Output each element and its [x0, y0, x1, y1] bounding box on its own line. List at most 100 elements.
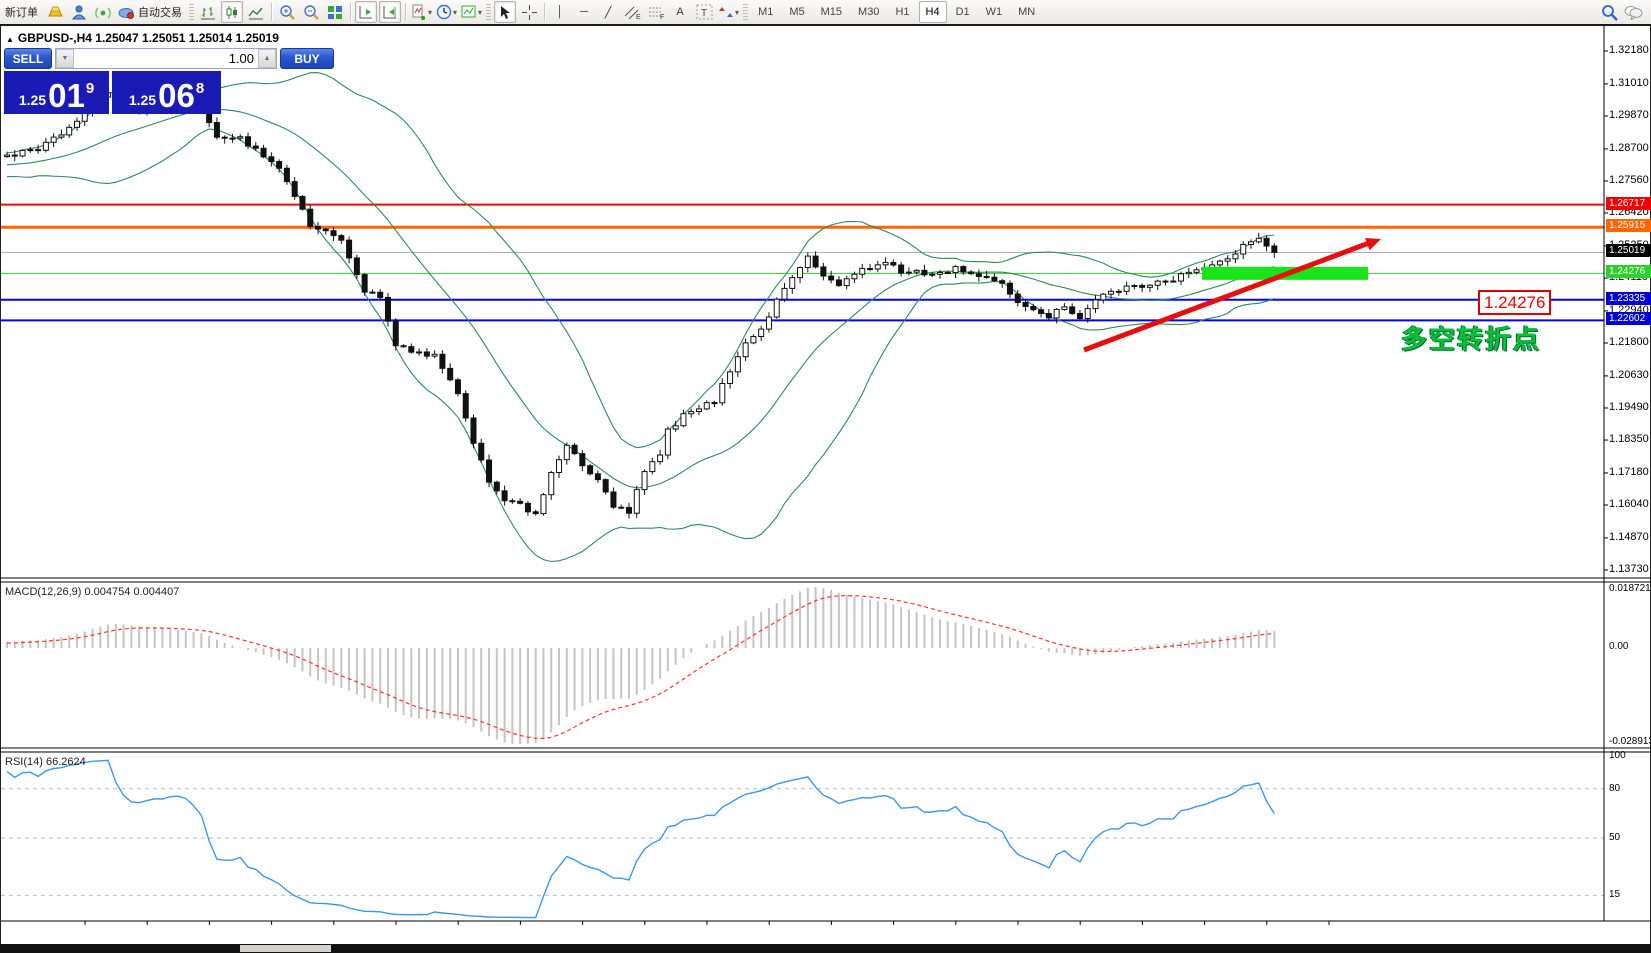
svg-text:T: T: [701, 8, 707, 19]
periods-button[interactable]: ▾: [435, 1, 458, 23]
volume-input[interactable]: [74, 49, 258, 68]
shapes-dropdown-caret[interactable]: ▾: [735, 8, 739, 17]
zoom-out-button[interactable]: [300, 1, 322, 23]
macd-axis-top: 0.018721: [1609, 583, 1651, 594]
templates-dropdown-caret[interactable]: ▾: [478, 8, 482, 17]
chart-canvas[interactable]: [1, 26, 1651, 953]
timeframe-button-m1[interactable]: M1: [751, 1, 780, 23]
rsi-value: 66.2624: [46, 756, 86, 768]
price-tick-label: 1.27560: [1609, 174, 1649, 186]
periods-dropdown-caret[interactable]: ▾: [453, 8, 457, 17]
price-tick-label: 1.20630: [1609, 369, 1649, 381]
templates-button[interactable]: ▾: [460, 1, 483, 23]
indicators-button[interactable]: ▾: [410, 1, 433, 23]
search-icon[interactable]: [1598, 1, 1620, 23]
macd-axis-bottom: -0.028913: [1609, 736, 1651, 747]
timeframe-button-m5[interactable]: M5: [782, 1, 811, 23]
price-badge: 1.25915: [1606, 219, 1651, 232]
buy-price-main: 06: [158, 81, 195, 111]
scrollbar-thumb[interactable]: [240, 945, 331, 952]
price-tick-label: 1.21800: [1609, 336, 1649, 348]
mt4-window: 新订单 自动交易: [0, 0, 1651, 953]
macd-layer: [7, 587, 1274, 744]
cursor-button[interactable]: [494, 1, 516, 23]
price-badge: 1.26717: [1606, 197, 1651, 210]
chart-window: ▲GBPUSD-,H4 1.25047 1.25051 1.25014 1.25…: [0, 26, 1651, 953]
bollinger-bands: [7, 73, 1274, 562]
price-tick-label: 1.13730: [1609, 563, 1649, 575]
chat-icon[interactable]: [1622, 1, 1644, 23]
annotation-cn-note[interactable]: 多空转折点: [1401, 319, 1541, 356]
auto-scroll-button[interactable]: [355, 1, 377, 23]
gold-bar-icon[interactable]: [44, 1, 66, 23]
price-tick-label: 1.14870: [1609, 531, 1649, 543]
price-badge: 1.22602: [1606, 312, 1651, 325]
horizontal-line-button[interactable]: ─: [573, 1, 595, 23]
timeframe-group: M1M5M15M30H1H4D1W1MN: [750, 0, 1043, 24]
price-badge: 1.24276: [1606, 265, 1651, 278]
timeframe-button-d1[interactable]: D1: [949, 1, 977, 23]
annotation-price-label[interactable]: 1.24276: [1478, 290, 1551, 315]
channel-letter: E: [636, 14, 641, 20]
signals-icon[interactable]: [92, 1, 114, 23]
rsi-label: RSI(14) 66.2624: [5, 756, 86, 768]
ohlc-close: 1.25019: [235, 31, 278, 45]
rsi-axis-label: 15: [1609, 889, 1620, 900]
macd-value-signal: 0.004407: [133, 586, 179, 598]
one-click-trading-panel: SELL ▼ ▲ BUY 1.25 01 9 1.25 06 8: [4, 48, 221, 114]
trend-arrow-head: [1365, 238, 1381, 250]
rsi-axis-label: 100: [1609, 750, 1626, 761]
sell-price-prefix: 1.25: [19, 92, 46, 108]
chart-header: ▲GBPUSD-,H4 1.25047 1.25051 1.25014 1.25…: [6, 31, 279, 45]
vertical-line-button[interactable]: │: [549, 1, 571, 23]
timeframe-button-h1[interactable]: H1: [888, 1, 916, 23]
price-tick-label: 1.19490: [1609, 401, 1649, 413]
buy-price-pip: 8: [196, 80, 204, 97]
price-tick-label: 1.16040: [1609, 498, 1649, 510]
price-tick-label: 1.31010: [1609, 77, 1649, 89]
macd-value-main: 0.004754: [84, 586, 130, 598]
buy-button[interactable]: BUY: [280, 48, 334, 69]
price-badge: 1.23335: [1606, 292, 1651, 305]
candlestick-chart-button[interactable]: [221, 1, 243, 23]
crosshair-button[interactable]: [518, 1, 540, 23]
macd-label: MACD(12,26,9) 0.004754 0.004407: [5, 586, 179, 598]
timeframe-button-mn[interactable]: MN: [1011, 1, 1042, 23]
collapse-triangle-icon[interactable]: ▲: [6, 35, 14, 44]
autotrading-button[interactable]: 自动交易: [116, 1, 186, 23]
bar-chart-button[interactable]: [197, 1, 219, 23]
text-button[interactable]: A: [669, 1, 691, 23]
indicators-dropdown-caret[interactable]: ▾: [428, 8, 432, 17]
toolbar-grip: [743, 4, 748, 20]
autotrading-label: 自动交易: [135, 4, 185, 20]
timeframe-button-w1[interactable]: W1: [979, 1, 1010, 23]
trendline-button[interactable]: ╱: [597, 1, 619, 23]
fibonacci-button[interactable]: F: [645, 1, 667, 23]
timeframe-button-m15[interactable]: M15: [814, 1, 849, 23]
zoom-in-button[interactable]: [276, 1, 298, 23]
rsi-axis-label: 80: [1609, 783, 1620, 794]
price-badge: 1.25019: [1606, 244, 1651, 257]
sell-button[interactable]: SELL: [4, 48, 52, 69]
buy-price-display[interactable]: 1.25 06 8: [112, 71, 221, 114]
price-tick-label: 1.32180: [1609, 44, 1649, 56]
metaeditor-icon[interactable]: [68, 1, 90, 23]
label-button[interactable]: T: [693, 1, 715, 23]
shapes-button[interactable]: ▾: [717, 1, 740, 23]
sell-price-display[interactable]: 1.25 01 9: [4, 71, 109, 114]
main-toolbar: 新订单 自动交易: [0, 0, 1651, 26]
volume-decrease-button[interactable]: ▼: [56, 49, 74, 68]
candles-layer: [5, 87, 1277, 518]
chart-shift-button[interactable]: [379, 1, 401, 23]
sell-price-pip: 9: [86, 80, 94, 97]
ohlc-high: 1.25051: [142, 31, 185, 45]
equidistant-channel-button[interactable]: E: [621, 1, 643, 23]
timeframe-button-m30[interactable]: M30: [851, 1, 886, 23]
tile-windows-icon[interactable]: [324, 1, 346, 23]
line-chart-button[interactable]: [245, 1, 267, 23]
toolbar-grip: [486, 4, 491, 20]
timeframe-button-h4[interactable]: H4: [919, 1, 947, 23]
volume-increase-button[interactable]: ▲: [258, 49, 276, 68]
new-order-button[interactable]: 新订单: [1, 1, 42, 23]
horizontal-scrollbar[interactable]: [0, 944, 1651, 953]
